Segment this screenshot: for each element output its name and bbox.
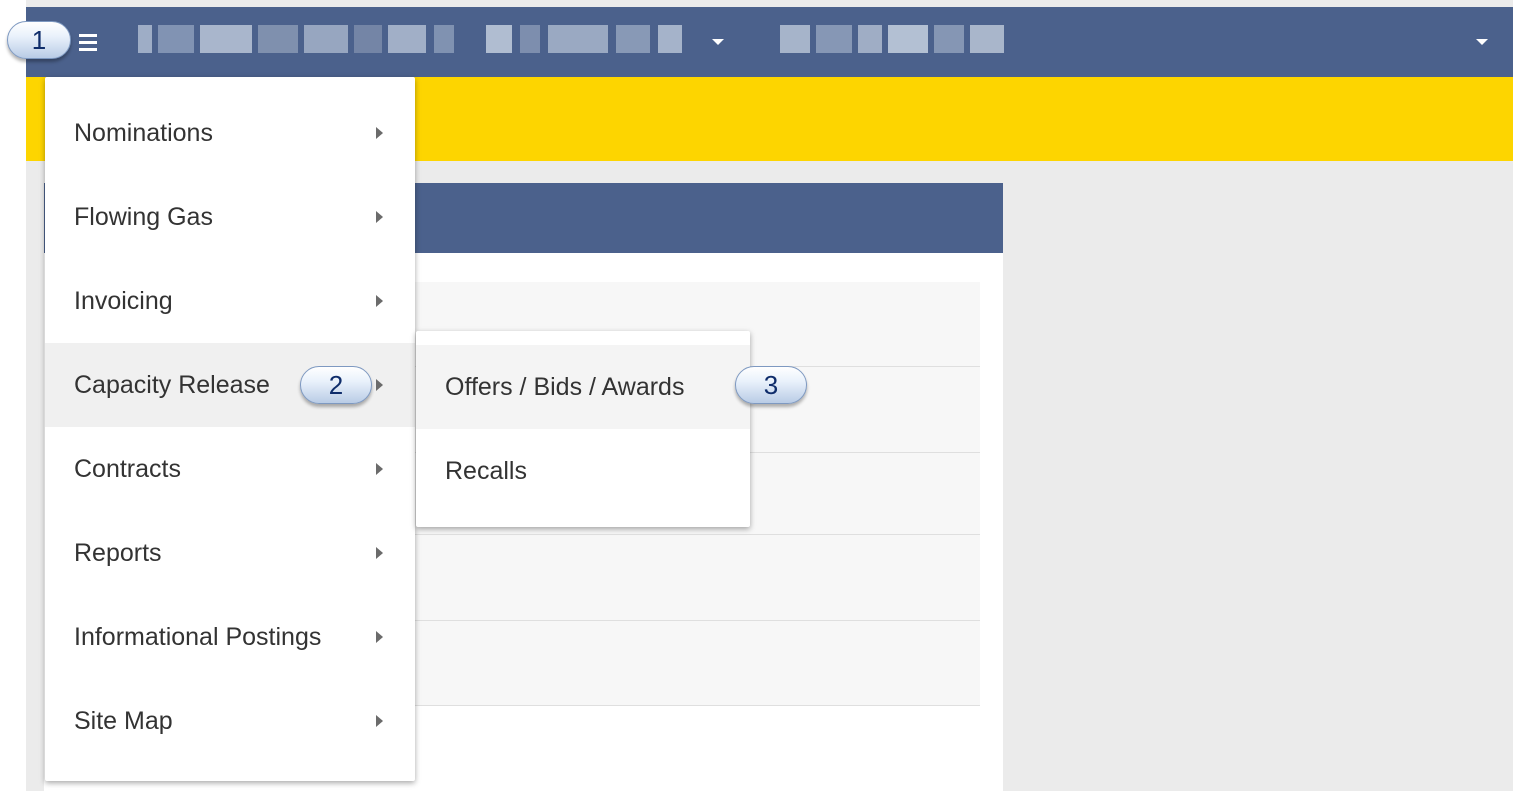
caret-right-icon [376,295,383,307]
menu-item-informational-postings[interactable]: Informational Postings [45,595,415,679]
top-navigation-bar [26,7,1513,77]
account-dropdown-caret-icon[interactable] [712,39,724,45]
menu-item-reports[interactable]: Reports [45,511,415,595]
menu-item-contracts[interactable]: Contracts [45,427,415,511]
menu-item-label: Site Map [74,707,173,735]
submenu-item-label: Offers / Bids / Awards [445,373,685,401]
menu-item-label: Contracts [74,455,181,483]
step-callout-2: 2 [300,366,372,404]
menu-item-label: Capacity Release [74,371,270,399]
menu-item-label: Reports [74,539,162,567]
menu-item-nominations[interactable]: Nominations [45,91,415,175]
menu-item-flowing-gas[interactable]: Flowing Gas [45,175,415,259]
menu-item-label: Flowing Gas [74,203,213,231]
main-navigation-menu: Nominations Flowing Gas Invoicing Capaci… [45,77,415,781]
menu-item-label: Invoicing [74,287,173,315]
menu-item-invoicing[interactable]: Invoicing [45,259,415,343]
submenu-item-recalls[interactable]: Recalls [416,429,750,513]
account-selector-redacted[interactable] [138,25,688,53]
caret-right-icon [376,127,383,139]
step-callout-1: 1 [7,21,71,59]
step-callout-3: 3 [735,366,807,404]
caret-right-icon [376,463,383,475]
menu-item-site-map[interactable]: Site Map [45,679,415,763]
caret-right-icon [376,379,383,391]
caret-right-icon [376,631,383,643]
menu-item-label: Nominations [74,119,213,147]
caret-right-icon [376,211,383,223]
site-selector-redacted[interactable] [780,25,1008,53]
hamburger-menu-icon[interactable] [76,31,100,53]
caret-right-icon [376,715,383,727]
submenu-item-label: Recalls [445,457,527,485]
capacity-release-submenu: Offers / Bids / Awards Recalls [416,331,750,527]
site-dropdown-caret-icon[interactable] [1476,39,1488,45]
menu-item-label: Informational Postings [74,623,322,651]
caret-right-icon [376,547,383,559]
submenu-item-offers-bids-awards[interactable]: Offers / Bids / Awards [416,345,750,429]
